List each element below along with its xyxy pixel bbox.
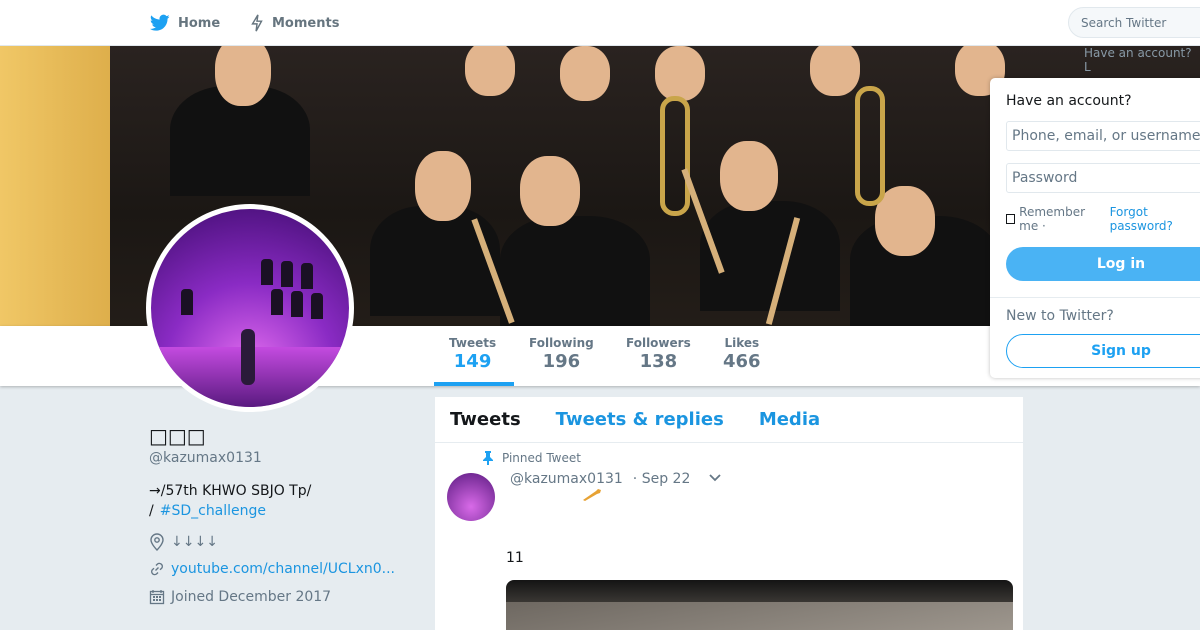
avatar[interactable]	[146, 204, 354, 412]
stat-tweets[interactable]: Tweets 149	[449, 336, 496, 372]
password-field[interactable]: Password	[1006, 163, 1200, 193]
twitter-bird-icon	[150, 14, 170, 31]
tweet-menu-button[interactable]	[708, 471, 722, 487]
link-icon	[151, 562, 163, 576]
search-input[interactable]: Search Twitter	[1068, 7, 1200, 38]
profile-location: ↓↓↓↓	[149, 533, 218, 551]
tweet-header: @kazumax0131 · Sep 22	[510, 471, 722, 487]
nav-moments-label: Moments	[272, 15, 340, 31]
stat-likes-label: Likes	[724, 336, 760, 350]
signup-button[interactable]: Sign up	[1006, 334, 1200, 368]
username-placeholder: Phone, email, or username	[1012, 128, 1200, 144]
login-button[interactable]: Log in	[1006, 247, 1200, 281]
website-link[interactable]: youtube.com/channel/UCLxn0...	[171, 561, 395, 577]
remember-me-label: Remember me ·	[1019, 205, 1086, 233]
stat-following-label: Following	[529, 336, 594, 350]
active-stat-underline	[434, 382, 514, 386]
pin-icon	[483, 451, 493, 465]
trumpet-emoji-icon	[582, 487, 602, 506]
remember-me-row: Remember me · Forgot password?	[1006, 205, 1200, 233]
timeline: Tweets Tweets & replies Media Pinned Twe…	[435, 397, 1023, 630]
profile-name: □□□	[149, 424, 206, 448]
calendar-icon	[149, 590, 165, 605]
password-placeholder: Password	[1012, 170, 1078, 186]
pinned-tweet-label: Pinned Tweet	[482, 451, 581, 465]
top-nav-bar: Home Moments Search Twitter	[0, 0, 1200, 46]
location-text: ↓↓↓↓	[171, 534, 218, 550]
username-field[interactable]: Phone, email, or username	[1006, 121, 1200, 151]
have-account-link[interactable]: Have an account? L	[1084, 46, 1200, 74]
tab-media[interactable]: Media	[759, 409, 820, 430]
tab-tweets-replies[interactable]: Tweets & replies	[556, 409, 724, 430]
location-pin-icon	[150, 533, 164, 551]
new-to-twitter-text: New to Twitter?	[1006, 308, 1114, 324]
lightning-icon	[251, 14, 263, 32]
stat-tweets-value: 149	[453, 351, 492, 372]
nav-moments[interactable]: Moments	[250, 0, 339, 46]
tweet-date[interactable]: · Sep 22	[633, 471, 691, 487]
search-placeholder: Search Twitter	[1081, 16, 1167, 30]
stat-followers-value: 138	[639, 351, 678, 372]
remember-me-checkbox[interactable]	[1006, 214, 1016, 224]
bio-line-2: / #SD_challenge	[149, 501, 311, 521]
stat-following-value: 196	[542, 351, 581, 372]
bio-hashtag-link[interactable]: #SD_challenge	[160, 503, 266, 519]
tweet-handle[interactable]: @kazumax0131	[510, 471, 623, 487]
forgot-password-link[interactable]: Forgot password?	[1110, 205, 1200, 233]
stat-followers-label: Followers	[626, 336, 691, 350]
chevron-down-icon	[709, 474, 721, 482]
tweet-text: 11	[506, 550, 524, 566]
login-divider	[990, 297, 1200, 298]
stat-following[interactable]: Following 196	[529, 336, 594, 372]
tweet-media-image[interactable]	[506, 580, 1013, 630]
stat-followers[interactable]: Followers 138	[626, 336, 691, 372]
profile-bio: →/57th KHWO SBJO Tp/ / #SD_challenge	[149, 481, 311, 521]
profile-website[interactable]: youtube.com/channel/UCLxn0...	[149, 561, 395, 577]
login-dialog: Have an account? Phone, email, or userna…	[990, 78, 1200, 378]
nav-home[interactable]: Home	[150, 0, 220, 46]
login-title: Have an account?	[1006, 93, 1132, 109]
joined-text: Joined December 2017	[171, 589, 332, 605]
bio-line-1: →/57th KHWO SBJO Tp/	[149, 483, 312, 499]
profile-joined: Joined December 2017	[149, 589, 331, 605]
nav-home-label: Home	[178, 15, 221, 31]
stat-likes-value: 466	[723, 351, 761, 372]
timeline-tabs: Tweets Tweets & replies Media	[435, 397, 1023, 443]
stat-tweets-label: Tweets	[449, 336, 497, 350]
tab-tweets[interactable]: Tweets	[450, 409, 521, 430]
profile-handle[interactable]: @kazumax0131	[149, 450, 262, 466]
bio-line-2-prefix: /	[149, 503, 154, 519]
stat-likes[interactable]: Likes 466	[723, 336, 761, 372]
pinned-text: Pinned Tweet	[502, 451, 581, 465]
tweet-avatar[interactable]	[447, 473, 495, 521]
